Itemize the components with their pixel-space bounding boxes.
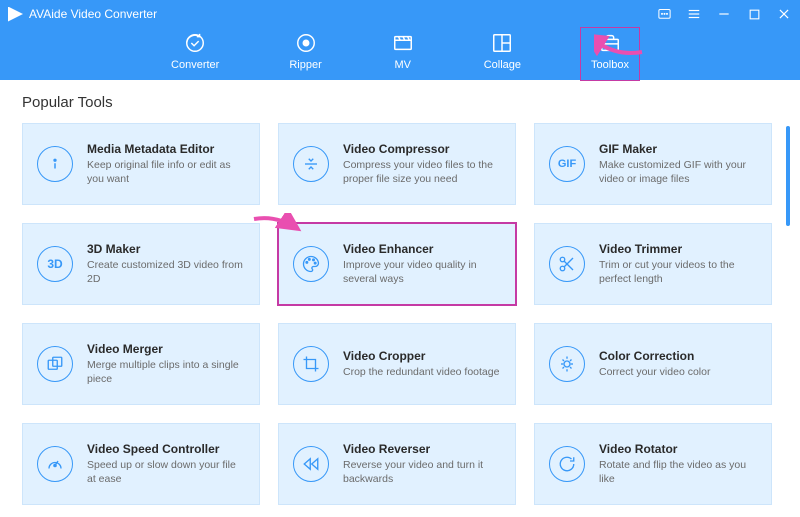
tool-video-enhancer[interactable]: Video Enhancer Improve your video qualit… [278,223,516,305]
3d-icon: 3D [37,246,73,282]
mv-icon [392,32,414,54]
maximize-button[interactable] [746,6,762,22]
tool-desc: Create customized 3D video from 2D [87,258,245,286]
tool-desc: Correct your video color [599,365,710,379]
ripper-icon [295,32,317,54]
titlebar-right [656,6,792,22]
tool-desc: Compress your video files to the proper … [343,158,501,186]
tool-desc: Crop the redundant video footage [343,365,499,379]
collage-icon [491,32,513,54]
tool-metadata-editor[interactable]: Media Metadata Editor Keep original file… [22,123,260,205]
feedback-icon[interactable] [656,6,672,22]
tool-3d-maker[interactable]: 3D 3D Maker Create customized 3D video f… [22,223,260,305]
scissors-icon [549,246,585,282]
color-icon [549,346,585,382]
reverse-icon [293,446,329,482]
tool-title: Video Merger [87,342,245,356]
info-icon [37,146,73,182]
nav-label: MV [394,59,411,71]
tool-title: Video Trimmer [599,242,757,256]
nav-label: Collage [484,59,521,71]
tool-title: Video Speed Controller [87,442,245,456]
scrollbar[interactable] [786,126,790,226]
nav-label: Ripper [289,59,321,71]
titlebar: AVAide Video Converter [0,0,800,24]
merge-icon [37,346,73,382]
tool-title: Color Correction [599,349,710,363]
tool-desc: Keep original file info or edit as you w… [87,158,245,186]
annotation-arrow-enhancer [252,213,302,239]
section-title: Popular Tools [22,94,778,111]
nav-label: Toolbox [591,59,629,71]
tool-title: Media Metadata Editor [87,142,245,156]
tool-title: Video Rotator [599,442,757,456]
nav-label: Converter [171,59,219,71]
converter-icon [184,32,206,54]
gif-icon: GIF [549,146,585,182]
tool-video-reverser[interactable]: Video Reverser Reverse your video and tu… [278,423,516,505]
compress-icon [293,146,329,182]
tools-grid: Media Metadata Editor Keep original file… [22,123,778,505]
tool-color-correction[interactable]: Color Correction Correct your video colo… [534,323,772,405]
tool-video-rotator[interactable]: Video Rotator Rotate and flip the video … [534,423,772,505]
minimize-button[interactable] [716,6,732,22]
palette-icon [293,246,329,282]
rotate-icon [549,446,585,482]
tool-speed-controller[interactable]: Video Speed Controller Speed up or slow … [22,423,260,505]
app-header: AVAide Video Converter Conver [0,0,800,80]
app-title: AVAide Video Converter [29,7,157,21]
tool-title: Video Enhancer [343,242,501,256]
nav-collage[interactable]: Collage [474,28,531,80]
tool-desc: Reverse your video and turn it backwards [343,458,501,486]
crop-icon [293,346,329,382]
tool-desc: Improve your video quality in several wa… [343,258,501,286]
nav-converter[interactable]: Converter [161,28,229,80]
tool-desc: Speed up or slow down your file at ease [87,458,245,486]
titlebar-left: AVAide Video Converter [8,7,157,22]
tool-desc: Merge multiple clips into a single piece [87,358,245,386]
close-button[interactable] [776,6,792,22]
nav-mv[interactable]: MV [382,28,424,80]
tool-video-merger[interactable]: Video Merger Merge multiple clips into a… [22,323,260,405]
tool-video-compressor[interactable]: Video Compressor Compress your video fil… [278,123,516,205]
tool-gif-maker[interactable]: GIF GIF Maker Make customized GIF with y… [534,123,772,205]
tool-video-cropper[interactable]: Video Cropper Crop the redundant video f… [278,323,516,405]
content-area: Popular Tools Media Metadata Editor Keep… [0,80,800,517]
tool-title: Video Reverser [343,442,501,456]
annotation-arrow-toolbox [594,34,644,60]
tool-desc: Rotate and flip the video as you like [599,458,757,486]
tool-video-trimmer[interactable]: Video Trimmer Trim or cut your videos to… [534,223,772,305]
main-nav: Converter Ripper MV Collage Toolbox [0,24,800,80]
app-logo-icon [8,7,23,22]
tool-title: Video Cropper [343,349,499,363]
nav-ripper[interactable]: Ripper [279,28,331,80]
tool-title: 3D Maker [87,242,245,256]
tool-desc: Make customized GIF with your video or i… [599,158,757,186]
tool-title: GIF Maker [599,142,757,156]
tool-title: Video Compressor [343,142,501,156]
menu-icon[interactable] [686,6,702,22]
tool-desc: Trim or cut your videos to the perfect l… [599,258,757,286]
speed-icon [37,446,73,482]
